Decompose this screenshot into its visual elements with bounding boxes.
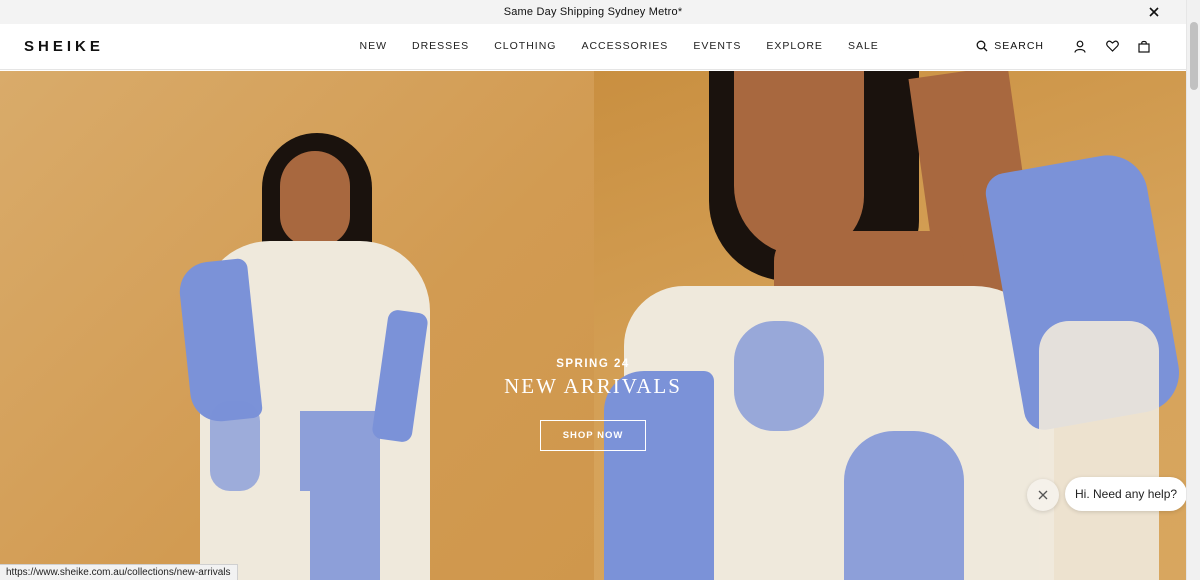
search-label: SEARCH xyxy=(994,40,1044,52)
account-icon[interactable] xyxy=(1072,38,1088,54)
search-icon xyxy=(976,40,988,52)
site-header: SHEIKE NEW DRESSES CLOTHING ACCESSORIES … xyxy=(0,24,1186,70)
search-button[interactable]: SEARCH xyxy=(976,40,1044,52)
main-nav: NEW DRESSES CLOTHING ACCESSORIES EVENTS … xyxy=(347,40,891,52)
close-icon[interactable] xyxy=(1146,4,1162,20)
nav-events[interactable]: EVENTS xyxy=(693,40,741,52)
close-icon xyxy=(1038,490,1048,500)
status-bar-url: https://www.sheike.com.au/collections/ne… xyxy=(0,564,238,580)
announcement-bar: Same Day Shipping Sydney Metro* xyxy=(0,0,1186,24)
chat-prompt[interactable]: Hi. Need any help? xyxy=(1065,477,1188,511)
shop-now-button[interactable]: SHOP NOW xyxy=(540,420,646,451)
logo[interactable]: SHEIKE xyxy=(24,38,104,55)
wishlist-icon[interactable] xyxy=(1104,38,1120,54)
nav-new[interactable]: NEW xyxy=(360,40,388,52)
scrollbar-thumb[interactable] xyxy=(1190,22,1198,90)
announcement-text: Same Day Shipping Sydney Metro* xyxy=(503,6,683,18)
hero-headline: NEW ARRIVALS xyxy=(504,374,682,398)
scrollbar[interactable] xyxy=(1186,0,1200,580)
nav-explore[interactable]: EXPLORE xyxy=(766,40,823,52)
nav-dresses[interactable]: DRESSES xyxy=(412,40,469,52)
nav-accessories[interactable]: ACCESSORIES xyxy=(581,40,668,52)
hero-banner[interactable]: SPRING 24 NEW ARRIVALS SHOP NOW xyxy=(0,71,1186,580)
header-tools: SEARCH xyxy=(976,38,1152,54)
hero-eyebrow: SPRING 24 xyxy=(556,358,630,370)
bag-icon[interactable] xyxy=(1136,38,1152,54)
nav-clothing[interactable]: CLOTHING xyxy=(494,40,556,52)
chat-close-button[interactable] xyxy=(1027,479,1059,511)
nav-sale[interactable]: SALE xyxy=(848,40,879,52)
hero-image-left xyxy=(0,71,594,580)
